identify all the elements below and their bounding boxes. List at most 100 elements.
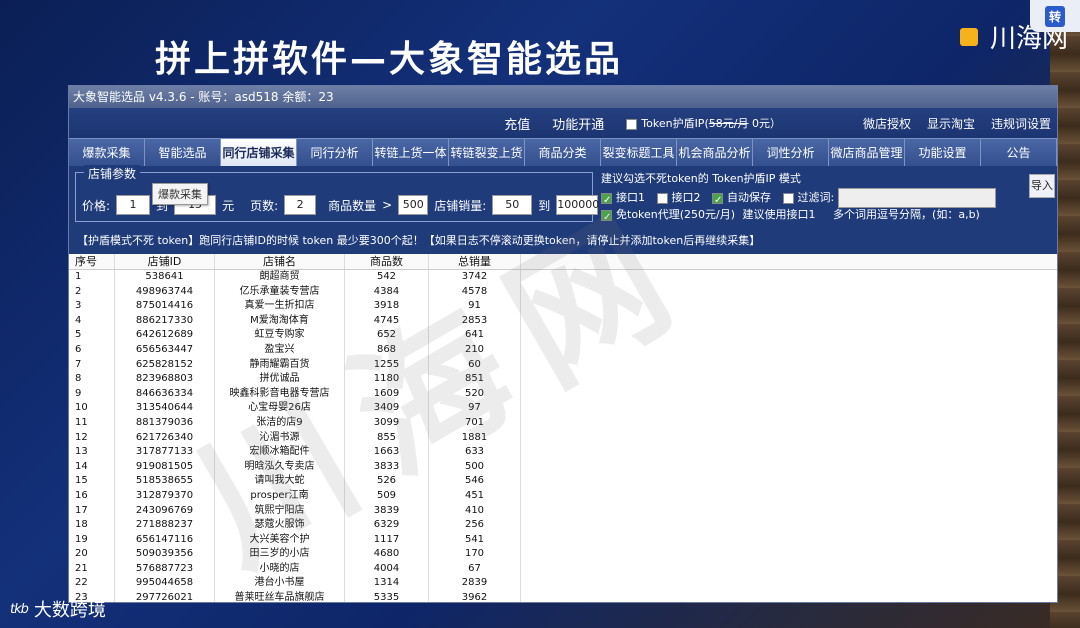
table-row[interactable]: 12 621726340 沁湄书源 855 1881	[69, 430, 1057, 446]
table-row[interactable]: 9 846636334 映鑫科影音电器专营店 1609 520	[69, 386, 1057, 402]
token-shield-checkbox[interactable]	[626, 118, 638, 130]
port1-checkbox[interactable]	[601, 192, 612, 210]
tab-peer-shop-collect[interactable]: 同行店铺采集	[221, 139, 297, 166]
table-row[interactable]: 19 656147116 大兴美容个护 1117 541	[69, 532, 1057, 548]
tab-fission-title-tool[interactable]: 裂变标题工具	[601, 139, 677, 166]
table-row[interactable]: 14 919081505 明晗泓久专卖店 3833 500	[69, 459, 1057, 475]
cell-shop-id: 576887723	[115, 561, 215, 577]
auto-save-checkbox[interactable]	[712, 192, 723, 210]
table-row[interactable]: 15 518538655 请叫我大蛇 526 546	[69, 474, 1057, 489]
col-header-product-count[interactable]: 商品数	[345, 254, 429, 269]
col-header-total-sales[interactable]: 总销量	[429, 254, 521, 269]
table-row[interactable]: 10 313540644 心宝母婴26店 3409 97	[69, 401, 1057, 416]
cell-empty	[521, 328, 1057, 343]
port2-label: 接口2	[671, 191, 701, 204]
cell-index: 13	[69, 445, 115, 460]
table-row[interactable]: 17 243096769 筑熙宁阳店 3839 410	[69, 503, 1057, 519]
tab-link-upload[interactable]: 转链上货一体	[373, 139, 449, 166]
table-row[interactable]: 13 317877133 宏顺冰箱配件 1663 633	[69, 445, 1057, 460]
recharge-link[interactable]: 充值	[504, 114, 530, 133]
table-row[interactable]: 2 498963744 亿乐承童装专营店 4384 4578	[69, 284, 1057, 300]
cell-shop-id: 846636334	[115, 386, 215, 402]
col-header-empty	[521, 254, 1057, 269]
filter-input[interactable]	[837, 188, 996, 208]
cell-shop-id: 995044658	[115, 576, 215, 592]
cell-shop-id: 621726340	[115, 430, 215, 446]
sales-to-input[interactable]: 100000	[556, 195, 599, 215]
top-toolbar: 充值 功能开通 Token护盾IP(58元/月 0元） 微店授权 显示淘宝 违规…	[69, 108, 1057, 138]
table-row[interactable]: 7 625828152 静雨耀霸百货 1255 60	[69, 357, 1057, 373]
tab-hot-collect[interactable]: 爆款采集	[69, 139, 145, 166]
cell-product-count: 3833	[345, 459, 429, 475]
cell-shop-id: 498963744	[115, 284, 215, 300]
word-badge: 转	[1044, 5, 1065, 27]
cell-empty	[521, 314, 1057, 329]
table-row[interactable]: 16 312879370 prosper江南 509 451	[69, 488, 1057, 504]
cell-shop-name: 张洁的店9	[215, 415, 345, 431]
col-header-shop-id[interactable]: 店铺ID	[115, 254, 215, 269]
cell-empty	[521, 504, 1057, 519]
count-input[interactable]: 500	[398, 195, 429, 215]
filter-checkbox[interactable]	[782, 192, 794, 204]
price-from-input[interactable]: 1	[116, 195, 151, 215]
port2-checkbox[interactable]	[656, 192, 668, 204]
cell-product-count: 1180	[345, 372, 429, 387]
pages-input[interactable]: 2	[284, 195, 317, 215]
tooltip-hot-collect: 爆款采集	[152, 183, 208, 205]
cell-shop-name: M爱淘淘体育	[215, 313, 345, 329]
cell-product-count: 1117	[345, 532, 429, 548]
yuan-label: 元	[222, 198, 235, 213]
tab-word-analysis[interactable]: 词性分析	[753, 139, 829, 166]
table-row[interactable]: 11 881379036 张洁的店9 3099 701	[69, 415, 1057, 431]
tab-smart-select[interactable]: 智能选品	[145, 139, 221, 166]
activate-link[interactable]: 功能开通	[552, 114, 604, 133]
table-row[interactable]: 5 642612689 虹豆专购家 652 641	[69, 328, 1057, 343]
table-row[interactable]: 6 656563447 盈宝兴 868 210	[69, 342, 1057, 358]
table-row[interactable]: 4 886217330 M爱淘淘体育 4745 2853	[69, 313, 1057, 329]
cell-shop-name: 大兴美容个护	[215, 532, 345, 548]
table-row[interactable]: 20 509039356 田三岁的小店 4680 170	[69, 547, 1057, 562]
cell-index: 15	[69, 474, 115, 489]
cell-total-sales: 851	[429, 372, 521, 387]
tab-product-category[interactable]: 商品分类	[525, 139, 601, 166]
cell-total-sales: 546	[429, 474, 521, 489]
tab-announcement[interactable]: 公告	[981, 139, 1057, 166]
table-body: 1 538641 朗超商贸 542 3742 2 498963744 亿乐承童装专营店 4384…	[69, 270, 1057, 602]
cell-empty	[521, 343, 1057, 358]
cell-total-sales: 210	[429, 342, 521, 358]
col-header-index[interactable]: 序号	[69, 254, 115, 269]
word-doc-icon: 转	[1030, 0, 1080, 32]
cell-product-count: 4004	[345, 561, 429, 577]
col-header-shop-name[interactable]: 店铺名	[215, 254, 345, 269]
cell-index: 18	[69, 518, 115, 533]
table-row[interactable]: 8 823968803 拼优诚品 1180 851	[69, 372, 1057, 387]
table-row[interactable]: 1 538641 朗超商贸 542 3742	[69, 270, 1057, 285]
token-shield-option[interactable]: Token护盾IP(58元/月 0元）	[626, 115, 781, 131]
cell-total-sales: 4578	[429, 284, 521, 300]
filter-label: 过滤词:	[797, 191, 835, 204]
cell-product-count: 5335	[345, 591, 429, 602]
tab-settings[interactable]: 功能设置	[905, 139, 981, 166]
token-shield-label: Token护盾IP	[641, 117, 705, 130]
multi-word-hint: 多个词用逗号分隔，(如：a,b)	[833, 208, 980, 221]
tab-microshop-manage[interactable]: 微店商品管理	[829, 139, 905, 166]
controls-panel: 店铺参数 价格: 1 到 15 元 页数: 2 商品数量> 500 店铺销量: …	[69, 165, 1057, 254]
tab-opportunity-analysis[interactable]: 机会商品分析	[677, 139, 753, 166]
sales-from-input[interactable]: 50	[492, 195, 533, 215]
free-token-checkbox[interactable]	[601, 209, 612, 227]
show-taobao-link[interactable]: 显示淘宝	[927, 115, 975, 132]
tab-peer-analysis[interactable]: 同行分析	[297, 139, 373, 166]
port1-label: 接口1	[616, 191, 645, 204]
violation-settings-link[interactable]: 违规词设置	[991, 115, 1051, 132]
table-row[interactable]: 18 271888237 瑟蔻火服饰 6329 256	[69, 518, 1057, 533]
cell-product-count: 4745	[345, 313, 429, 329]
cell-total-sales: 451	[429, 488, 521, 504]
shop-auth-link[interactable]: 微店授权	[863, 115, 911, 132]
table-row[interactable]: 3 875014416 真爱一生折扣店 3918 91	[69, 299, 1057, 314]
cell-empty	[521, 372, 1057, 387]
cell-index: 11	[69, 415, 115, 431]
cell-shop-name: 盈宝兴	[215, 342, 345, 358]
tab-link-fission-upload[interactable]: 转链裂变上货	[449, 139, 525, 166]
cell-shop-name: 静雨耀霸百货	[215, 357, 345, 373]
import-button[interactable]: 导入	[1029, 174, 1055, 198]
